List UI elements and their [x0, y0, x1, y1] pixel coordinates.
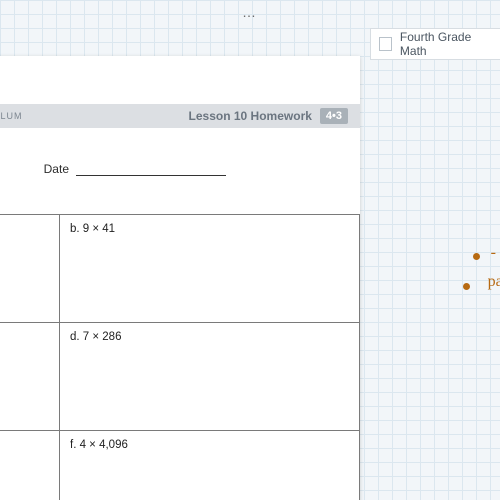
tab-label: Fourth Grade Math [400, 30, 492, 58]
module-code: 4•3 [320, 108, 348, 124]
lesson-title: Lesson 10 Homework [189, 109, 312, 123]
cell-d: d. 7 × 286 [60, 323, 360, 430]
document-tab[interactable]: Fourth Grade Math [370, 28, 500, 60]
worksheet-table: b. 9 × 41 d. 7 × 286 f. 4 × 4,096 [0, 214, 360, 500]
date-underline [76, 166, 226, 176]
bullet-icon [463, 283, 470, 290]
checkbox-icon [379, 37, 392, 51]
table-row: b. 9 × 41 [0, 215, 360, 323]
date-line: Date [0, 162, 360, 176]
cell-f: f. 4 × 4,096 [60, 431, 360, 500]
table-row: d. 7 × 286 [0, 323, 360, 431]
cell-b: b. 9 × 41 [60, 215, 360, 322]
cell-c [0, 323, 60, 430]
fragment-text: hm. [0, 196, 360, 208]
cell-a [0, 215, 60, 322]
worksheet-header: CURRICULUM Lesson 10 Homework 4•3 [0, 104, 360, 128]
handwriting-line1: - [491, 244, 496, 262]
toolbar-ellipsis[interactable]: … [0, 4, 500, 20]
handwriting-line2: par [488, 273, 500, 291]
date-label: Date [44, 162, 69, 176]
worksheet-page: CURRICULUM Lesson 10 Homework 4•3 Date h… [0, 56, 360, 500]
bullet-icon [473, 253, 480, 260]
table-row: f. 4 × 4,096 [0, 431, 360, 500]
cell-e [0, 431, 60, 500]
curriculum-label: CURRICULUM [0, 111, 23, 121]
